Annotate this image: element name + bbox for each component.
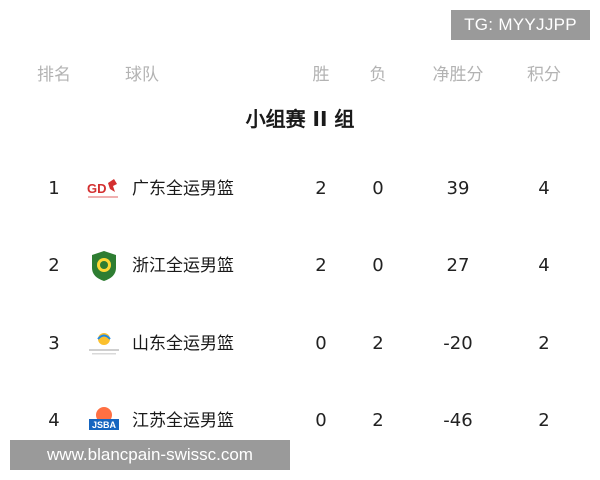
team-name[interactable]: 浙江全运男篮: [132, 246, 234, 286]
watermark-bottom: www.blancpain-swissc.com: [10, 440, 290, 470]
team-name[interactable]: 江苏全运男篮: [132, 401, 234, 441]
row-losses: 2: [372, 410, 384, 431]
row-wins: 0: [315, 410, 327, 431]
row-losses: 0: [372, 178, 384, 199]
row-rank: 2: [48, 255, 60, 276]
row-losses: 2: [372, 333, 384, 354]
table-row[interactable]: 3 山东全运男篮 0 2 -20 2: [0, 324, 600, 364]
header-rank: 排名: [37, 65, 71, 85]
header-points: 积分: [527, 65, 561, 85]
guangdong-logo-icon: GD: [86, 173, 122, 205]
row-points: 4: [538, 178, 550, 199]
group-title: 小组赛 II 组: [245, 107, 355, 131]
row-rank: 1: [48, 178, 60, 199]
row-wins: 2: [315, 178, 327, 199]
table-row[interactable]: 4 JSBA 江苏全运男篮 0 2 -46 2: [0, 401, 600, 441]
header-losses: 负: [369, 65, 387, 85]
row-points: 2: [538, 333, 550, 354]
table-row[interactable]: 2 浙江全运男篮 2 0 27 4: [0, 246, 600, 286]
shandong-logo-icon: [86, 328, 122, 360]
row-net: -46: [443, 410, 473, 431]
header-team: 球队: [125, 65, 159, 85]
row-losses: 0: [372, 255, 384, 276]
row-points: 4: [538, 255, 550, 276]
watermark-top: TG: MYYJJPP: [451, 10, 590, 40]
zhejiang-logo-icon: [86, 250, 122, 282]
svg-text:GD: GD: [87, 181, 107, 196]
team-name[interactable]: 广东全运男篮: [132, 169, 234, 209]
jiangsu-logo-icon: JSBA: [86, 405, 122, 437]
standings-header: 排名 球队 胜 负 净胜分 积分: [0, 60, 600, 90]
table-row[interactable]: 1 GD 广东全运男篮 2 0 39 4: [0, 169, 600, 209]
row-points: 2: [538, 410, 550, 431]
row-wins: 2: [315, 255, 327, 276]
row-net: -20: [443, 333, 473, 354]
row-rank: 4: [48, 410, 60, 431]
row-wins: 0: [315, 333, 327, 354]
header-wins: 胜: [312, 65, 330, 85]
team-name[interactable]: 山东全运男篮: [132, 324, 234, 364]
svg-text:JSBA: JSBA: [92, 420, 117, 430]
header-net: 净胜分: [432, 65, 484, 85]
row-net: 27: [446, 255, 470, 276]
row-net: 39: [446, 178, 470, 199]
row-rank: 3: [48, 333, 60, 354]
